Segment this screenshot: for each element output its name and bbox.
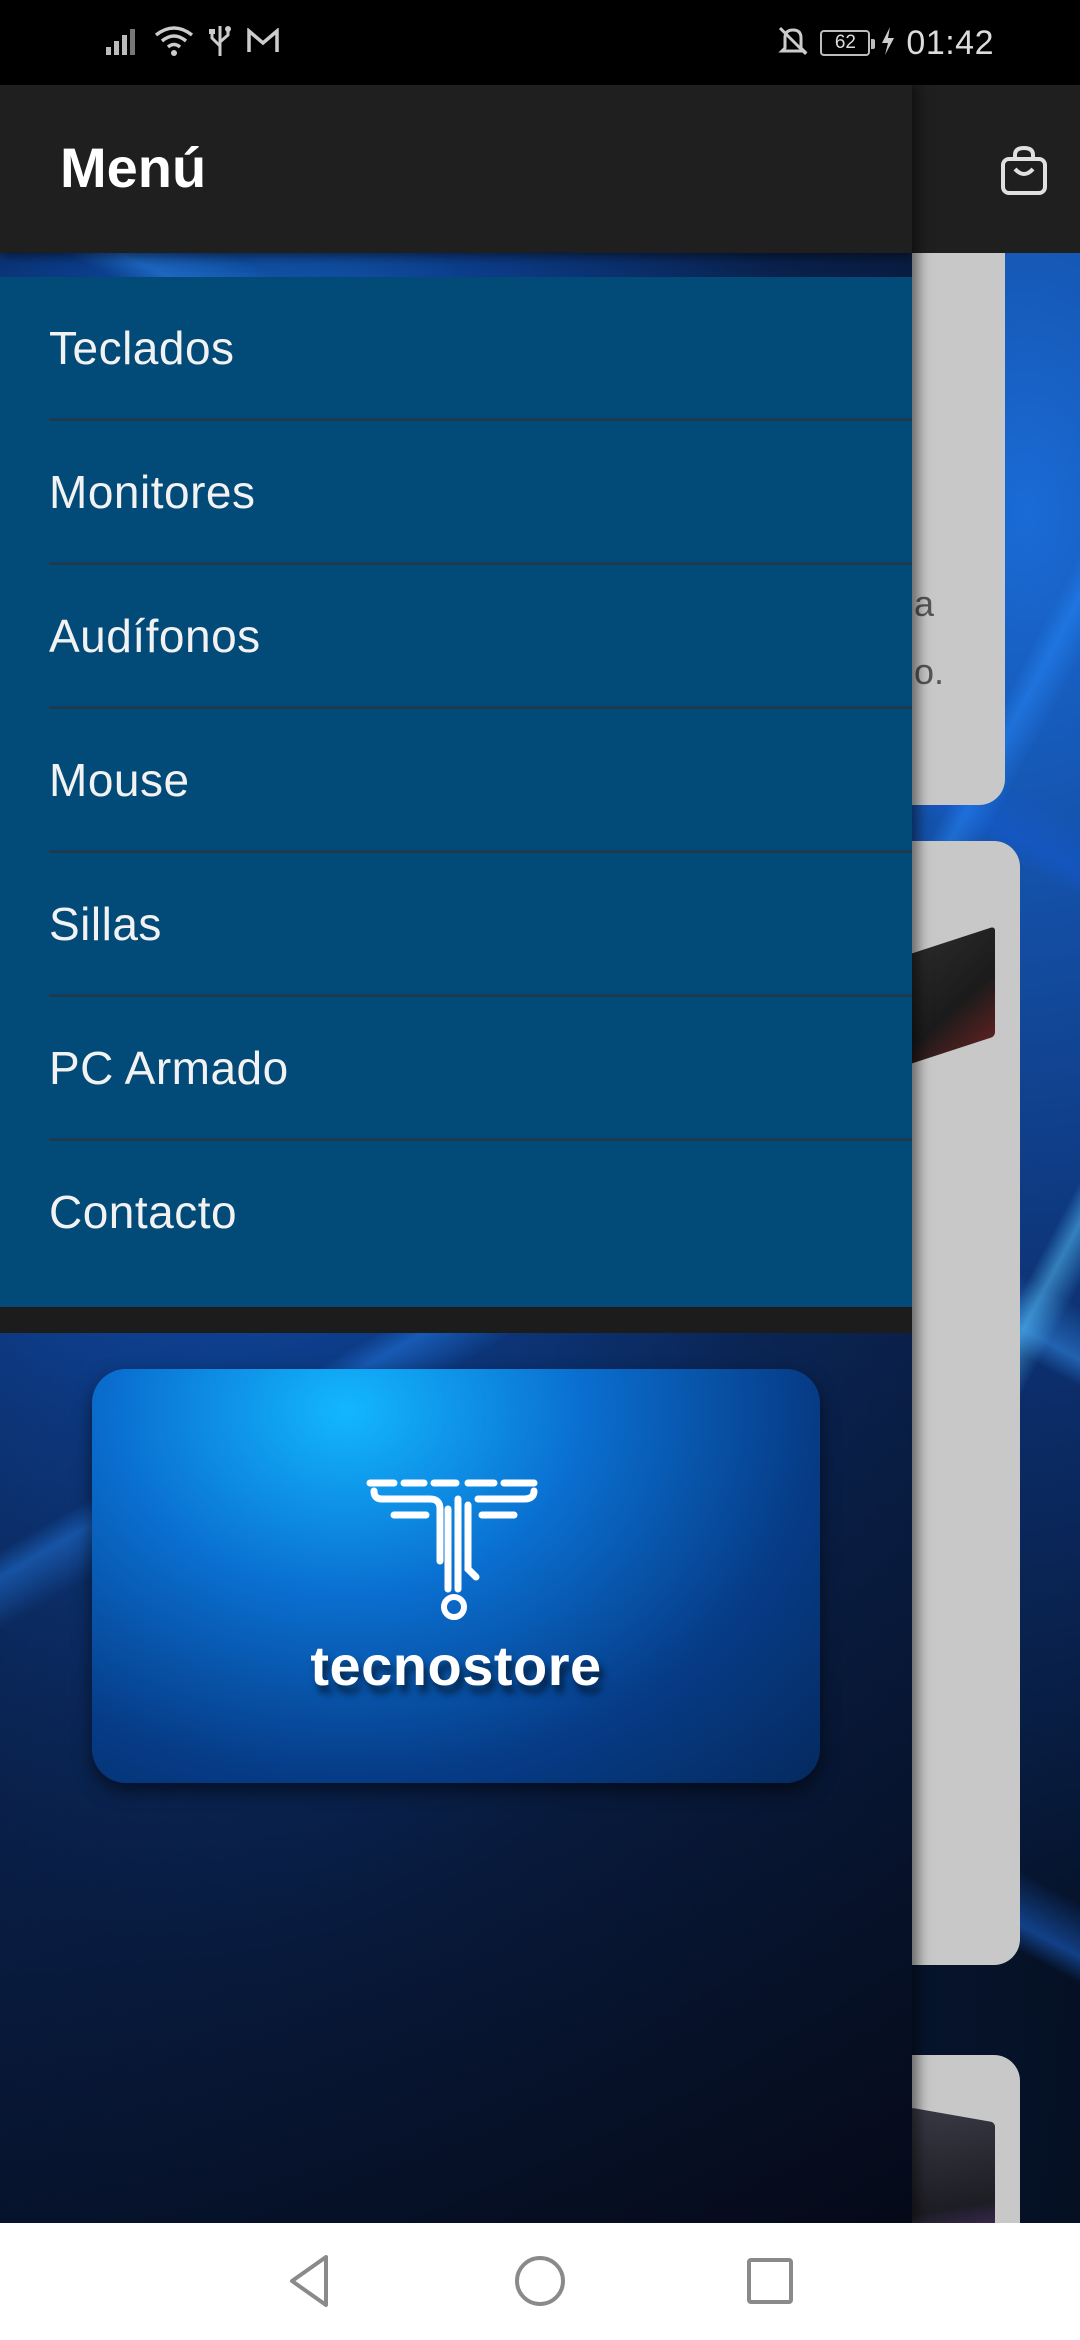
shopping-bag-icon[interactable] [998, 145, 1050, 197]
home-icon[interactable] [510, 2251, 570, 2311]
product-description-fragment: o. [914, 651, 945, 692]
menu-item-pc-armado[interactable]: PC Armado [0, 997, 912, 1141]
charging-icon [880, 26, 896, 61]
battery-icon: 62 [820, 30, 876, 56]
menu-item-label: PC Armado [49, 1042, 289, 1094]
usb-icon [208, 24, 232, 63]
drawer-header: Menú [0, 85, 912, 253]
signal-icon [106, 27, 140, 60]
menu-item-monitores[interactable]: Monitores [0, 421, 912, 565]
menu-item-sillas[interactable]: Sillas [0, 853, 912, 997]
navigation-drawer: Menú Teclados Monitores Audífonos Mouse … [0, 85, 912, 2223]
status-time: 01:42 [906, 23, 994, 62]
keyboard-image [910, 2107, 995, 2223]
wifi-icon [154, 25, 194, 62]
keyboard-image [905, 926, 995, 1066]
menu-item-label: Contacto [49, 1186, 238, 1238]
status-left-icons [106, 22, 280, 64]
menu-item-label: Teclados [49, 322, 235, 374]
status-right-icons: 62 01:42 [776, 22, 994, 64]
status-bar: 62 01:42 [0, 0, 1080, 85]
menu-item-label: Audífonos [49, 610, 261, 662]
menu-item-label: Sillas [49, 898, 162, 950]
drawer-title: Menú [60, 136, 207, 199]
menu-list: Teclados Monitores Audífonos Mouse Silla… [0, 277, 912, 1307]
menu-item-teclados[interactable]: Teclados [0, 277, 912, 421]
menu-item-label: Mouse [49, 754, 190, 806]
system-navigation-bar [0, 2223, 1080, 2340]
brand-logo-card: tecnostore [92, 1369, 820, 1783]
menu-item-label: Monitores [49, 466, 256, 518]
gmail-icon [246, 26, 280, 59]
brand-logo-text: tecnostore [310, 1634, 602, 1697]
menu-item-mouse[interactable]: Mouse [0, 709, 912, 853]
menu-item-audifonos[interactable]: Audífonos [0, 565, 912, 709]
menu-item-contacto[interactable]: Contacto [0, 1141, 912, 1307]
recents-icon[interactable] [740, 2251, 800, 2311]
back-icon[interactable] [280, 2251, 340, 2311]
menu-divider [0, 1307, 912, 1333]
tecnostore-logo-icon [366, 1479, 538, 1620]
bell-off-icon [776, 24, 810, 63]
product-description-fragment: a [914, 583, 935, 624]
